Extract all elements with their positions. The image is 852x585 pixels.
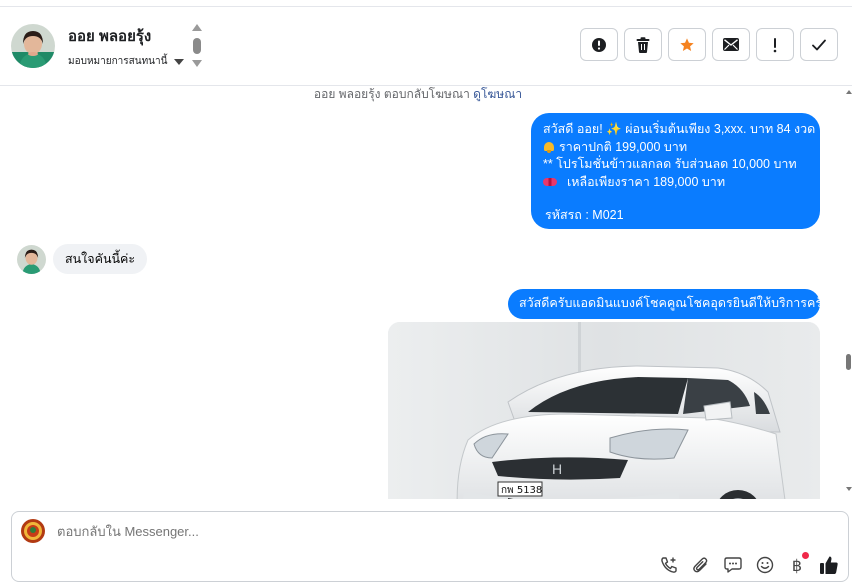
scroll-thumb[interactable]	[193, 38, 201, 54]
alert-circle-icon	[592, 37, 606, 52]
contact-avatar[interactable]	[17, 244, 46, 274]
contact-avatar[interactable]	[11, 24, 55, 68]
license-plate: กพ 5138	[501, 485, 542, 496]
baht-icon[interactable]: ฿	[787, 552, 809, 575]
smiley-icon[interactable]	[755, 555, 775, 575]
thumbs-up-icon[interactable]	[819, 555, 839, 575]
star-button[interactable]	[668, 28, 706, 61]
mark-unread-button[interactable]	[712, 28, 750, 61]
phone-plus-icon[interactable]	[659, 555, 679, 575]
message-line: สวัสดี ออย! ✨ ผ่อนเริ่มต้นเพียง 3,xxx. บ…	[543, 122, 816, 137]
page-avatar	[21, 519, 45, 543]
arrow-up-icon[interactable]	[846, 90, 852, 94]
view-ad-link[interactable]: ดูโฆษณา	[473, 87, 522, 101]
reply-composer: ฿	[11, 511, 849, 582]
composer-tools: ฿	[659, 552, 839, 575]
mark-done-button[interactable]	[800, 28, 838, 61]
message-thread[interactable]: ออย พลอยรุ้ง ตอบกลับโฆษณา ดูโฆษณา สวัสดี…	[0, 87, 852, 499]
paperclip-icon[interactable]	[691, 555, 711, 575]
star-icon	[680, 37, 694, 51]
scroll-thumb[interactable]	[846, 354, 851, 370]
conversation-actions	[580, 28, 838, 61]
message-line: ราคาปกติ 199,000 บาท	[543, 139, 808, 157]
exclamation-icon	[773, 37, 777, 52]
divider	[0, 6, 852, 7]
delete-button[interactable]	[624, 28, 662, 61]
arrow-up-icon[interactable]	[192, 24, 202, 31]
bell-icon	[543, 141, 555, 154]
assign-label: มอบหมายการสนทนานี้	[68, 56, 168, 67]
header-scroll-control[interactable]	[191, 24, 203, 70]
arrow-down-icon[interactable]	[192, 60, 202, 67]
incoming-message-row: สนใจคันนี้ค่ะ	[17, 244, 148, 274]
ad-reply-text: ออย พลอยรุ้ง ตอบกลับโฆษณา	[313, 87, 470, 101]
svg-text:H: H	[552, 461, 562, 477]
arrow-down-icon[interactable]	[846, 487, 852, 491]
chat-bubble-icon[interactable]	[723, 555, 743, 575]
incoming-message[interactable]: สนใจคันนี้ค่ะ	[53, 244, 148, 274]
envelope-icon	[723, 38, 739, 51]
message-line: รหัสรถ : M021	[545, 208, 624, 223]
outgoing-message[interactable]: สวัสดีครับแอดมินแบงค์โชคคูณโชคอุดรยินดีใ…	[508, 289, 830, 319]
caret-down-icon	[174, 58, 185, 65]
thread-scrollbar[interactable]	[845, 86, 852, 499]
message-line: ** โปรโมชั่นข้าวแลกลด รับส่วนลด 10,000 บ…	[543, 157, 797, 172]
assign-conversation-dropdown[interactable]: มอบหมายการสนทนานี้	[68, 54, 185, 69]
contact-name[interactable]: ออย พลอยรุ้ง	[68, 24, 151, 48]
trash-icon	[636, 36, 650, 53]
car-photo[interactable]: H กพ 5138	[388, 322, 820, 499]
reply-input[interactable]	[57, 524, 757, 539]
message-line: เหลือเพียงราคา 189,000 บาท	[543, 174, 808, 192]
ad-reply-notice: ออย พลอยรุ้ง ตอบกลับโฆษณา ดูโฆษณา	[0, 87, 836, 104]
outgoing-message[interactable]: สวัสดี ออย! ✨ ผ่อนเริ่มต้นเพียง 3,xxx. บ…	[531, 113, 820, 229]
report-button[interactable]	[580, 28, 618, 61]
conversation-header: ออย พลอยรุ้ง มอบหมายการสนทนานี้	[0, 0, 852, 86]
follow-up-button[interactable]	[756, 28, 794, 61]
notification-dot	[802, 552, 809, 559]
ribbon-icon	[543, 177, 557, 187]
check-icon	[812, 39, 826, 50]
